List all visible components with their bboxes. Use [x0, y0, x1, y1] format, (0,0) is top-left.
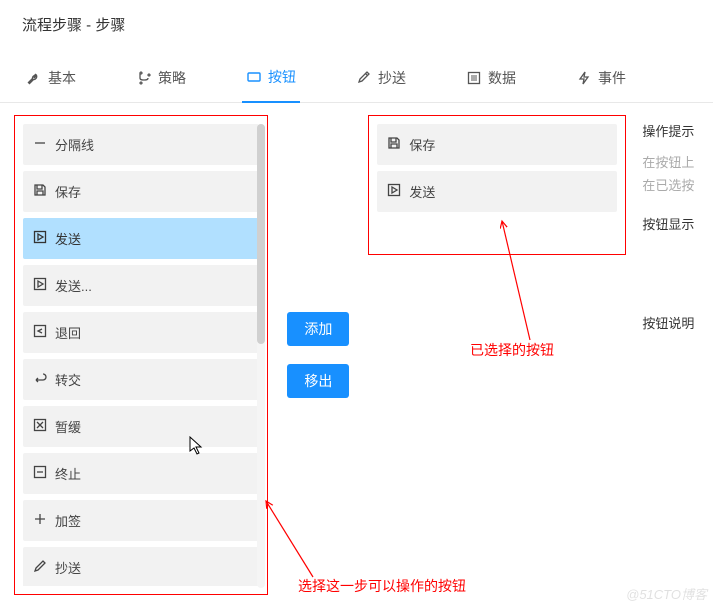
tab-label: 基本	[48, 68, 76, 88]
tab-button[interactable]: 按钮	[242, 55, 300, 103]
list-item-label: 发送...	[55, 276, 92, 295]
selected-list: 保存发送	[377, 124, 617, 212]
list-item-label: 暂缓	[55, 417, 81, 436]
list-item[interactable]: 发送...	[23, 265, 259, 306]
list-item[interactable]: 保存	[377, 124, 617, 165]
list-item-label: 保存	[55, 182, 81, 201]
desc-label: 按钮说明	[642, 313, 699, 332]
list-item-label: 发送	[409, 182, 435, 201]
data-icon	[466, 70, 482, 86]
list-item-label: 终止	[55, 464, 81, 483]
tab-label: 数据	[488, 68, 516, 88]
list-item[interactable]: 发送	[377, 171, 617, 212]
selected-panel: 保存发送	[368, 115, 626, 255]
button-icon	[246, 69, 262, 85]
play-icon	[33, 230, 47, 247]
list-item-label: 发送	[55, 229, 81, 248]
list-item[interactable]: 退回	[23, 312, 259, 353]
tab-label: 按钮	[268, 67, 296, 87]
play-icon	[33, 277, 47, 294]
list-item[interactable]: 发送	[23, 218, 259, 259]
main-area: 分隔线保存发送发送...退回转交暂缓终止加签抄送刷新 添加 移出 保存发送 操作…	[0, 103, 713, 595]
backx-icon	[33, 324, 47, 341]
lightning-icon	[576, 70, 592, 86]
tabbar: 基本 策略 按钮 抄送 数据 事件	[0, 55, 713, 103]
list-item-label: 分隔线	[55, 135, 94, 154]
hint-text: 在按钮上	[642, 152, 699, 171]
list-item-label: 抄送	[55, 558, 81, 577]
list-item[interactable]: 转交	[23, 359, 259, 400]
stop-icon	[33, 465, 47, 482]
save-icon	[387, 136, 401, 153]
help-column: 操作提示 在按钮上 在已选按 按钮显示 按钮说明	[636, 115, 699, 595]
hint-title: 操作提示	[642, 121, 699, 140]
hint-text: 在已选按	[642, 175, 699, 194]
plus-icon	[33, 512, 47, 529]
scrollbar-thumb[interactable]	[257, 124, 265, 344]
boxx-icon	[33, 418, 47, 435]
list-item-label: 保存	[409, 135, 435, 154]
tab-data[interactable]: 数据	[462, 55, 520, 102]
add-button[interactable]: 添加	[287, 312, 349, 346]
tab-label: 事件	[598, 68, 626, 88]
tab-basic[interactable]: 基本	[22, 55, 80, 102]
tab-label: 策略	[158, 68, 186, 88]
save-icon	[33, 183, 47, 200]
list-item[interactable]: 暂缓	[23, 406, 259, 447]
tab-cc[interactable]: 抄送	[352, 55, 410, 102]
list-item[interactable]: 分隔线	[23, 124, 259, 165]
tab-label: 抄送	[378, 68, 406, 88]
wrench-icon	[26, 70, 42, 86]
list-item-label: 退回	[55, 323, 81, 342]
watermark: @51CTO博客	[626, 584, 707, 603]
pencil-icon	[33, 559, 47, 576]
list-item-label: 转交	[55, 370, 81, 389]
available-list: 分隔线保存发送发送...退回转交暂缓终止加签抄送刷新	[23, 124, 259, 586]
remove-button[interactable]: 移出	[287, 364, 349, 398]
transfer-buttons: 添加 移出	[278, 115, 358, 595]
list-item-label: 加签	[55, 511, 81, 530]
play-icon	[387, 183, 401, 200]
list-item[interactable]: 保存	[23, 171, 259, 212]
available-panel: 分隔线保存发送发送...退回转交暂缓终止加签抄送刷新	[14, 115, 268, 595]
list-item[interactable]: 加签	[23, 500, 259, 541]
edit-icon	[356, 70, 372, 86]
tab-strategy[interactable]: 策略	[132, 55, 190, 102]
list-item[interactable]: 终止	[23, 453, 259, 494]
page-title: 流程步骤 - 步骤	[0, 0, 713, 45]
minus-icon	[33, 136, 47, 153]
tab-event[interactable]: 事件	[572, 55, 630, 102]
list-item[interactable]: 抄送	[23, 547, 259, 586]
branch-icon	[136, 70, 152, 86]
display-label: 按钮显示	[642, 214, 699, 233]
return-icon	[33, 371, 47, 388]
